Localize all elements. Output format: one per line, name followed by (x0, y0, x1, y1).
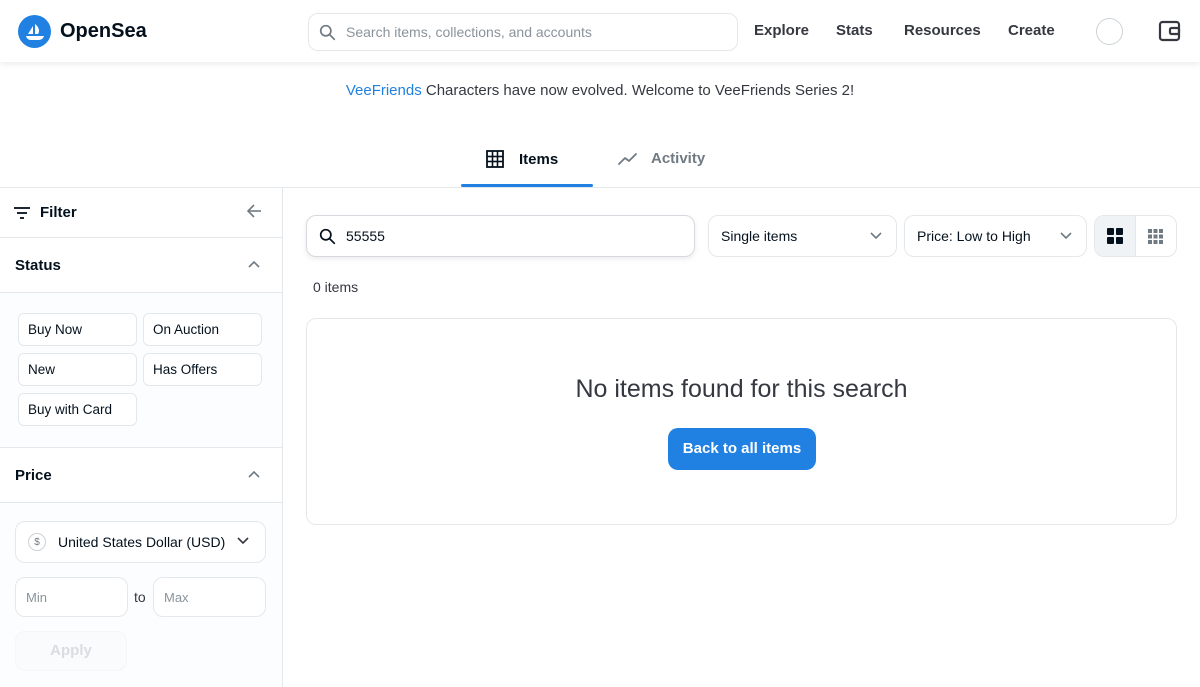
price-title: Price (15, 466, 52, 484)
view-toggle (1094, 215, 1177, 257)
announcement-text: Characters have now evolved. Welcome to … (421, 82, 855, 99)
sort-value: Price: Low to High (917, 228, 1031, 244)
nav-resources[interactable]: Resources (904, 22, 981, 39)
nav-create[interactable]: Create (1008, 22, 1055, 39)
activity-icon (618, 152, 637, 165)
opensea-logo-icon (18, 15, 51, 48)
tab-items-label: Items (519, 150, 559, 168)
status-title: Status (15, 256, 61, 274)
status-options: Buy Now On Auction New Has Offers Buy wi… (0, 293, 282, 448)
status-chip-on-auction[interactable]: On Auction (143, 313, 262, 346)
announcement-link[interactable]: VeeFriends (346, 82, 422, 99)
empty-results-panel: No items found for this search Back to a… (306, 318, 1177, 525)
chevron-up-icon (248, 260, 260, 268)
currency-value: United States Dollar (USD) (58, 534, 226, 550)
filter-label: Filter (40, 204, 77, 221)
filter-sidebar: Filter Status Buy Now On Auction New Has… (0, 188, 283, 687)
chevron-up-icon (248, 470, 260, 478)
brand-name: OpenSea (60, 20, 147, 42)
currency-select[interactable]: $ United States Dollar (USD) (15, 521, 266, 563)
announcement-banner: VeeFriends Characters have now evolved. … (0, 82, 1200, 99)
search-icon (319, 24, 336, 40)
status-chip-new[interactable]: New (18, 353, 137, 386)
nav-stats[interactable]: Stats (836, 22, 873, 39)
global-search[interactable] (308, 13, 738, 51)
price-min-input[interactable] (15, 577, 128, 617)
filter-header[interactable]: Filter (0, 188, 282, 238)
nav-explore[interactable]: Explore (754, 22, 809, 39)
range-to-label: to (134, 589, 146, 605)
large-grid-view-button[interactable] (1095, 216, 1136, 256)
status-chip-has-offers[interactable]: Has Offers (143, 353, 262, 386)
grid-icon (486, 150, 504, 168)
chevron-down-icon (237, 537, 249, 545)
status-section-header[interactable]: Status (0, 238, 282, 293)
chevron-down-icon (870, 232, 882, 240)
small-grid-view-button[interactable] (1136, 216, 1177, 256)
price-options: $ United States Dollar (USD) to Apply (0, 503, 282, 687)
small-grid-icon (1148, 228, 1164, 244)
sort-dropdown[interactable]: Price: Low to High (904, 215, 1087, 257)
status-chip-buy-now[interactable]: Buy Now (18, 313, 137, 346)
status-chip-buy-with-card[interactable]: Buy with Card (18, 393, 137, 426)
global-search-input[interactable] (346, 24, 706, 40)
search-icon (319, 228, 336, 244)
arrow-left-icon[interactable] (247, 204, 262, 218)
wallet-icon[interactable] (1158, 20, 1181, 42)
collection-search-input[interactable] (346, 228, 666, 244)
top-header: OpenSea Explore Stats Resources Create (0, 0, 1200, 62)
item-count: 0 items (313, 279, 359, 295)
empty-results-title: No items found for this search (575, 375, 908, 403)
apply-price-button[interactable]: Apply (15, 631, 127, 671)
tab-activity-label: Activity (651, 150, 706, 167)
item-type-value: Single items (721, 228, 798, 244)
chevron-down-icon (1060, 232, 1072, 240)
price-section-header[interactable]: Price (0, 448, 282, 503)
price-max-input[interactable] (153, 577, 266, 617)
opensea-logo[interactable]: OpenSea (18, 15, 147, 48)
filter-icon (14, 206, 30, 219)
back-to-all-items-button[interactable]: Back to all items (668, 428, 816, 470)
tab-activity[interactable]: Activity (618, 150, 705, 167)
profile-avatar[interactable] (1096, 18, 1123, 45)
dollar-icon: $ (28, 533, 46, 551)
large-grid-icon (1106, 228, 1123, 244)
tab-items[interactable]: Items (486, 150, 558, 168)
collection-search[interactable] (306, 215, 695, 257)
item-type-dropdown[interactable]: Single items (708, 215, 897, 257)
